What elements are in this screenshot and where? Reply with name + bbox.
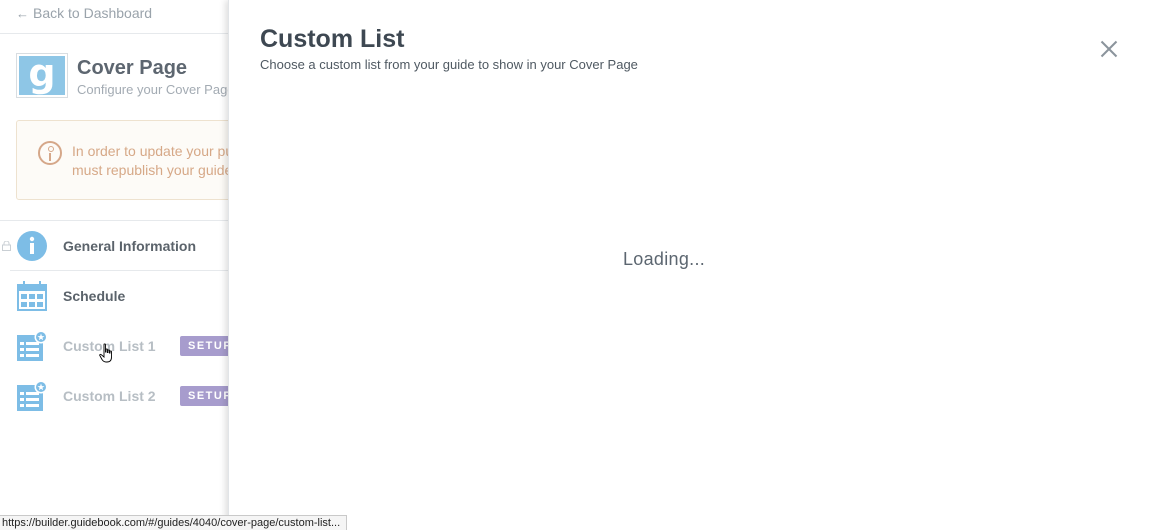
guidebook-logo-icon: g [19,54,65,95]
back-link-label: Back to Dashboard [33,5,153,21]
modal-title: Custom List [260,25,405,53]
app-subtitle: Configure your Cover Page [77,82,235,97]
warning-text: In order to update your published guide,… [72,143,240,178]
info-circle-icon [38,141,62,165]
custom-list-modal: Custom List Choose a custom list from yo… [228,0,1152,530]
info-icon [17,231,47,261]
app-logo: g [16,53,68,98]
lock-icon [2,241,11,251]
custom-list-icon [17,380,48,411]
sidebar: ← Back to Dashboard g Cover Page Configu… [0,0,240,530]
custom-list-icon [17,330,48,361]
calendar-icon [17,281,47,311]
sidebar-item-general-information[interactable]: General Information [0,221,240,271]
app-title: Cover Page [77,57,188,79]
sidebar-item-custom-list-1[interactable]: Custom List 1 SETUP [0,321,240,371]
close-icon[interactable] [1100,40,1118,58]
loading-indicator: Loading... [623,249,706,269]
sidebar-item-label: General Information [63,238,197,254]
sidebar-item-label: Schedule [63,288,126,304]
sidebar-item-label: Custom List 2 [63,388,156,404]
sidebar-item-custom-list-2[interactable]: Custom List 2 SETUP [0,371,240,421]
arrow-left-icon: ← [16,5,29,21]
sidebar-item-schedule[interactable]: Schedule [0,271,240,321]
divider [0,33,240,34]
back-to-dashboard-link[interactable]: ← Back to Dashboard [16,5,152,21]
browser-status-bar-url: https://builder.guidebook.com/#/guides/4… [0,515,348,530]
hand-pointer-cursor-icon [99,343,112,363]
modal-subtitle: Choose a custom list from your guide to … [260,57,638,72]
republish-warning: In order to update your published guide,… [16,120,240,200]
